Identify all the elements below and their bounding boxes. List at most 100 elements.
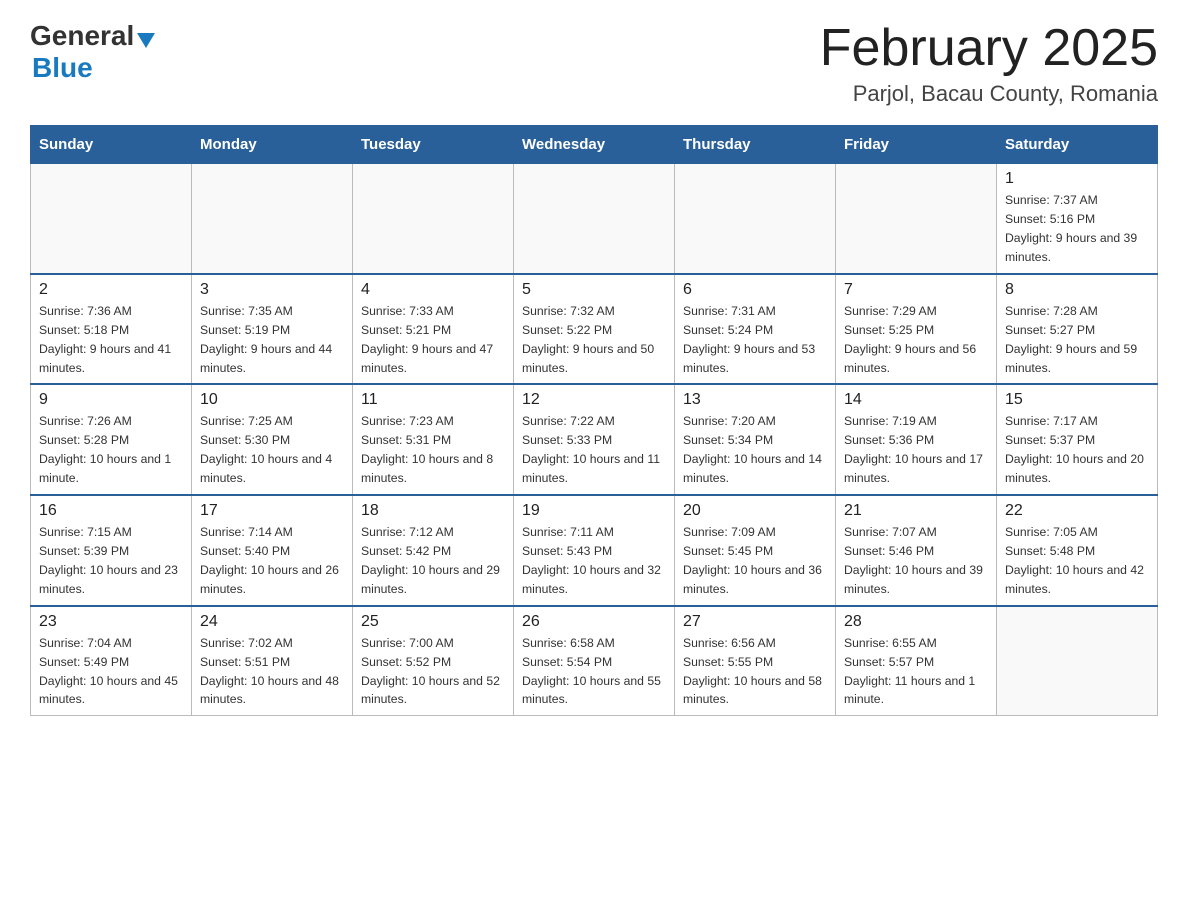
page-header: General Blue February 2025 Parjol, Bacau…: [30, 20, 1158, 107]
day-number: 5: [522, 281, 666, 299]
day-info: Sunrise: 7:31 AM Sunset: 5:24 PM Dayligh…: [683, 302, 827, 378]
day-number: 6: [683, 281, 827, 299]
table-row: 27 Sunrise: 6:56 AM Sunset: 5:55 PM Dayli…: [675, 606, 836, 716]
col-wednesday: Wednesday: [514, 126, 675, 164]
location-subtitle: Parjol, Bacau County, Romania: [820, 81, 1158, 107]
table-row: 16Sunrise: 7:15 AM Sunset: 5:39 PM Dayli…: [31, 495, 192, 606]
calendar-week-row: 23 Sunrise: 7:04 AM Sunset: 5:49 PM Dayli…: [31, 606, 1158, 716]
table-row: [836, 164, 997, 274]
day-info: Sunrise: 7:02 AM Sunset: 5:51 PM Dayligh…: [200, 634, 344, 710]
table-row: 20Sunrise: 7:09 AM Sunset: 5:45 PM Dayli…: [675, 495, 836, 606]
logo-general-text: General: [30, 20, 134, 52]
table-row: 28 Sunrise: 6:55 AM Sunset: 5:57 PM Dayli…: [836, 606, 997, 716]
table-row: 22Sunrise: 7:05 AM Sunset: 5:48 PM Dayli…: [997, 495, 1158, 606]
table-row: [997, 606, 1158, 716]
day-info: Sunrise: 7:00 AM Sunset: 5:52 PM Dayligh…: [361, 634, 505, 710]
day-number: 17: [200, 502, 344, 520]
table-row: 4 Sunrise: 7:33 AM Sunset: 5:21 PM Daylig…: [353, 274, 514, 385]
table-row: 26 Sunrise: 6:58 AM Sunset: 5:54 PM Dayli…: [514, 606, 675, 716]
day-info: Sunrise: 7:25 AM Sunset: 5:30 PM Dayligh…: [200, 412, 344, 488]
col-tuesday: Tuesday: [353, 126, 514, 164]
table-row: 21 Sunrise: 7:07 AM Sunset: 5:46 PM Dayli…: [836, 495, 997, 606]
table-row: 24 Sunrise: 7:02 AM Sunset: 5:51 PM Dayli…: [192, 606, 353, 716]
logo-triangle-icon: [137, 33, 155, 48]
table-row: 12 Sunrise: 7:22 AM Sunset: 5:33 PM Dayli…: [514, 384, 675, 495]
day-number: 4: [361, 281, 505, 299]
title-area: February 2025 Parjol, Bacau County, Roma…: [820, 20, 1158, 107]
calendar-table: Sunday Monday Tuesday Wednesday Thursday…: [30, 125, 1158, 716]
day-info: Sunrise: 7:32 AM Sunset: 5:22 PM Dayligh…: [522, 302, 666, 378]
table-row: 1 Sunrise: 7:37 AM Sunset: 5:16 PM Daylig…: [997, 164, 1158, 274]
day-info: Sunrise: 7:28 AM Sunset: 5:27 PM Dayligh…: [1005, 302, 1149, 378]
day-number: 3: [200, 281, 344, 299]
day-info: Sunrise: 7:20 AM Sunset: 5:34 PM Dayligh…: [683, 412, 827, 488]
day-number: 14: [844, 391, 988, 409]
table-row: 14 Sunrise: 7:19 AM Sunset: 5:36 PM Dayli…: [836, 384, 997, 495]
day-number: 12: [522, 391, 666, 409]
day-number: 22: [1005, 502, 1149, 520]
day-info: Sunrise: 7:26 AM Sunset: 5:28 PM Dayligh…: [39, 412, 183, 488]
col-saturday: Saturday: [997, 126, 1158, 164]
table-row: 10 Sunrise: 7:25 AM Sunset: 5:30 PM Dayli…: [192, 384, 353, 495]
day-info: Sunrise: 6:58 AM Sunset: 5:54 PM Dayligh…: [522, 634, 666, 710]
day-info: Sunrise: 7:09 AM Sunset: 5:45 PM Dayligh…: [683, 523, 827, 599]
calendar-header-row: Sunday Monday Tuesday Wednesday Thursday…: [31, 126, 1158, 164]
day-number: 25: [361, 613, 505, 631]
day-number: 9: [39, 391, 183, 409]
col-monday: Monday: [192, 126, 353, 164]
table-row: [514, 164, 675, 274]
day-number: 26: [522, 613, 666, 631]
table-row: [675, 164, 836, 274]
table-row: 2Sunrise: 7:36 AM Sunset: 5:18 PM Daylig…: [31, 274, 192, 385]
day-info: Sunrise: 7:33 AM Sunset: 5:21 PM Dayligh…: [361, 302, 505, 378]
day-info: Sunrise: 7:19 AM Sunset: 5:36 PM Dayligh…: [844, 412, 988, 488]
day-info: Sunrise: 7:17 AM Sunset: 5:37 PM Dayligh…: [1005, 412, 1149, 488]
day-number: 24: [200, 613, 344, 631]
day-number: 11: [361, 391, 505, 409]
day-info: Sunrise: 7:12 AM Sunset: 5:42 PM Dayligh…: [361, 523, 505, 599]
col-thursday: Thursday: [675, 126, 836, 164]
logo: General Blue: [30, 20, 155, 84]
day-info: Sunrise: 7:11 AM Sunset: 5:43 PM Dayligh…: [522, 523, 666, 599]
calendar-week-row: 9 Sunrise: 7:26 AM Sunset: 5:28 PM Daylig…: [31, 384, 1158, 495]
table-row: 19Sunrise: 7:11 AM Sunset: 5:43 PM Dayli…: [514, 495, 675, 606]
day-info: Sunrise: 7:37 AM Sunset: 5:16 PM Dayligh…: [1005, 191, 1149, 267]
table-row: 17 Sunrise: 7:14 AM Sunset: 5:40 PM Dayli…: [192, 495, 353, 606]
day-info: Sunrise: 7:23 AM Sunset: 5:31 PM Dayligh…: [361, 412, 505, 488]
day-info: Sunrise: 6:55 AM Sunset: 5:57 PM Dayligh…: [844, 634, 988, 710]
day-number: 15: [1005, 391, 1149, 409]
day-number: 2: [39, 281, 183, 299]
day-number: 13: [683, 391, 827, 409]
table-row: 15 Sunrise: 7:17 AM Sunset: 5:37 PM Dayli…: [997, 384, 1158, 495]
day-number: 1: [1005, 170, 1149, 188]
day-info: Sunrise: 6:56 AM Sunset: 5:55 PM Dayligh…: [683, 634, 827, 710]
day-info: Sunrise: 7:14 AM Sunset: 5:40 PM Dayligh…: [200, 523, 344, 599]
table-row: 5 Sunrise: 7:32 AM Sunset: 5:22 PM Daylig…: [514, 274, 675, 385]
day-info: Sunrise: 7:07 AM Sunset: 5:46 PM Dayligh…: [844, 523, 988, 599]
logo-blue-text: Blue: [32, 52, 93, 83]
calendar-week-row: 16Sunrise: 7:15 AM Sunset: 5:39 PM Dayli…: [31, 495, 1158, 606]
day-number: 21: [844, 502, 988, 520]
day-number: 28: [844, 613, 988, 631]
table-row: 8Sunrise: 7:28 AM Sunset: 5:27 PM Daylig…: [997, 274, 1158, 385]
table-row: 3Sunrise: 7:35 AM Sunset: 5:19 PM Daylig…: [192, 274, 353, 385]
calendar-week-row: 1 Sunrise: 7:37 AM Sunset: 5:16 PM Daylig…: [31, 164, 1158, 274]
day-number: 23: [39, 613, 183, 631]
col-friday: Friday: [836, 126, 997, 164]
table-row: 9 Sunrise: 7:26 AM Sunset: 5:28 PM Daylig…: [31, 384, 192, 495]
table-row: [353, 164, 514, 274]
table-row: 11 Sunrise: 7:23 AM Sunset: 5:31 PM Dayli…: [353, 384, 514, 495]
table-row: 23 Sunrise: 7:04 AM Sunset: 5:49 PM Dayli…: [31, 606, 192, 716]
table-row: 13 Sunrise: 7:20 AM Sunset: 5:34 PM Dayli…: [675, 384, 836, 495]
table-row: 25 Sunrise: 7:00 AM Sunset: 5:52 PM Dayli…: [353, 606, 514, 716]
col-sunday: Sunday: [31, 126, 192, 164]
table-row: 18 Sunrise: 7:12 AM Sunset: 5:42 PM Dayli…: [353, 495, 514, 606]
day-number: 27: [683, 613, 827, 631]
day-info: Sunrise: 7:22 AM Sunset: 5:33 PM Dayligh…: [522, 412, 666, 488]
day-number: 10: [200, 391, 344, 409]
day-number: 7: [844, 281, 988, 299]
day-info: Sunrise: 7:04 AM Sunset: 5:49 PM Dayligh…: [39, 634, 183, 710]
table-row: [31, 164, 192, 274]
day-number: 18: [361, 502, 505, 520]
table-row: [192, 164, 353, 274]
